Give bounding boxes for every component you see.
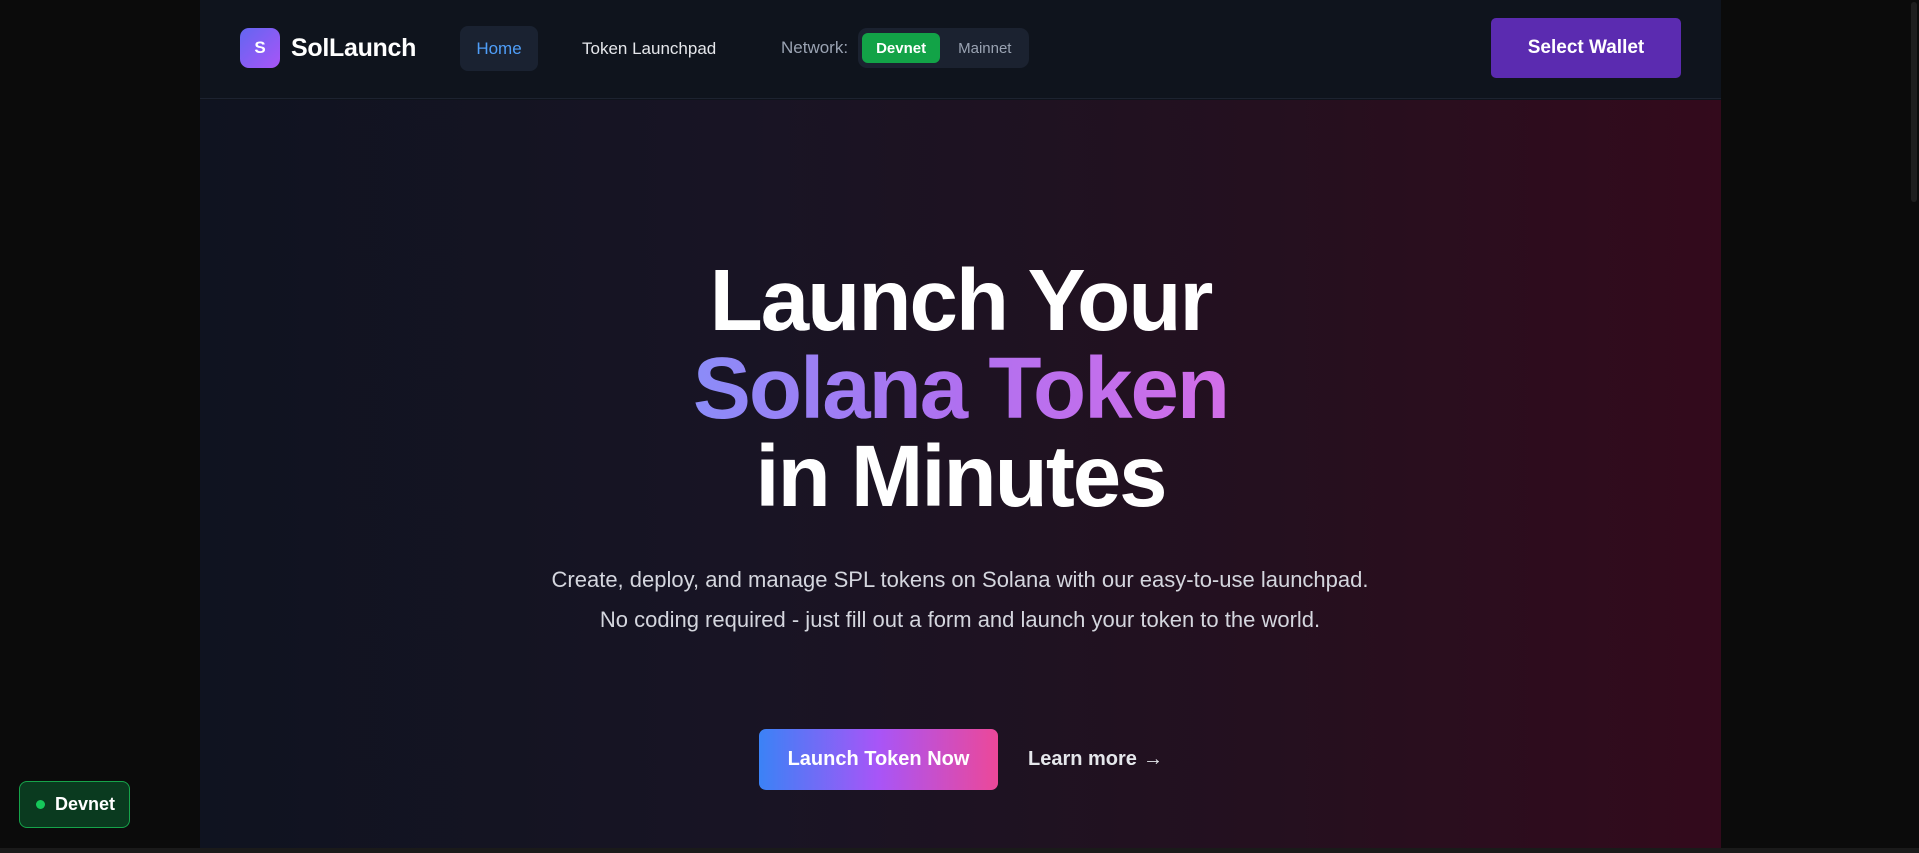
top-navbar: S SolLaunch Home Token Launchpad Network… <box>200 0 1721 99</box>
nav-link-home[interactable]: Home <box>460 26 538 71</box>
app-frame: S SolLaunch Home Token Launchpad Network… <box>200 0 1721 848</box>
scrollbar-thumb[interactable] <box>1911 2 1917 202</box>
bottom-strip <box>0 848 1919 853</box>
brand-logo-letter: S <box>254 38 266 57</box>
network-switcher: Network: Devnet Mainnet <box>781 27 1030 69</box>
hero-title-line-3: in Minutes <box>755 428 1167 525</box>
hero-title-highlight: Solana Token <box>692 340 1230 437</box>
hero-title-line-1: Launch Your <box>709 252 1214 349</box>
page: S SolLaunch Home Token Launchpad Network… <box>0 0 1919 853</box>
nav-link-token-launchpad[interactable]: Token Launchpad <box>567 26 731 71</box>
network-label: Network: <box>781 38 849 57</box>
network-option-devnet[interactable]: Devnet <box>862 33 941 63</box>
hero-section: Launch Your Solana Token in Minutes Crea… <box>200 100 1721 848</box>
sollaunch-logo-icon: S <box>240 28 280 68</box>
learn-more-link[interactable]: Learn more → <box>1028 729 1163 790</box>
learn-more-label: Learn more <box>1028 748 1137 770</box>
cta-row: Launch Token Now Learn more → <box>200 729 1721 790</box>
status-dot-icon <box>36 800 45 809</box>
network-status-label: Devnet <box>55 794 116 814</box>
brand[interactable]: S SolLaunch <box>240 28 416 68</box>
brand-name: SolLaunch <box>291 33 417 62</box>
hero-subtitle: Create, deploy, and manage SPL tokens on… <box>551 567 1369 632</box>
launch-token-button[interactable]: Launch Token Now <box>759 729 998 790</box>
hero-title: Launch Your Solana Token in Minutes <box>200 257 1721 521</box>
network-option-mainnet[interactable]: Mainnet <box>944 33 1025 63</box>
network-status-badge[interactable]: Devnet <box>19 781 130 828</box>
arrow-right-icon: → <box>1142 748 1163 770</box>
select-wallet-button[interactable]: Select Wallet <box>1491 18 1681 78</box>
network-toggle: Devnet Mainnet <box>858 28 1030 68</box>
